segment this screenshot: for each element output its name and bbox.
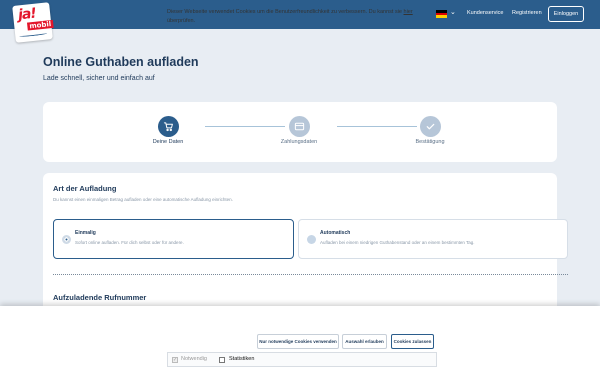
cookie-consent-options: ✓ Notwendig Statistiken — [167, 352, 437, 367]
logo-swoosh — [19, 31, 48, 38]
cart-icon — [163, 122, 173, 132]
statistics-checkbox-label[interactable]: Statistiken — [229, 356, 254, 362]
ja-mobil-logo[interactable]: ja! mobil — [12, 2, 54, 43]
step-3-label: Bestätigung — [415, 139, 445, 145]
page-subtitle: Lade schnell, sicher und einfach auf — [43, 75, 155, 82]
step-3-circle — [420, 116, 441, 137]
cookie-banner-text: Dieser Webseite verwendet Cookies um die… — [167, 8, 437, 26]
allow-all-cookies-button[interactable]: Cookies zulassen — [391, 334, 434, 349]
section-divider — [53, 274, 568, 275]
check-icon — [426, 123, 435, 130]
page-title: Online Guthaben aufladen — [43, 55, 199, 69]
option-one-time-title: Einmalig — [75, 230, 96, 236]
credit-card-icon — [294, 122, 305, 131]
customer-service-link[interactable]: Kundenservice — [467, 10, 503, 16]
option-one-time-description: Sofort online aufladen. Für dich selbst … — [75, 240, 184, 245]
cookie-review-link[interactable]: hier — [404, 9, 413, 15]
logo-text-mobil: mobil — [26, 19, 54, 31]
cookie-text-after: überprüfen. — [167, 18, 196, 24]
logo-text-ja: ja! — [17, 5, 37, 24]
option-one-time[interactable]: Einmalig Sofort online aufladen. Für dic… — [53, 219, 294, 259]
necessary-cookies-only-button[interactable]: Nur notwendige Cookies verwenden — [257, 334, 339, 349]
step-2-label: Zahlungsdaten — [280, 139, 318, 145]
statistics-checkbox[interactable] — [219, 357, 225, 363]
recharge-type-title: Art der Aufladung — [53, 184, 117, 193]
register-link[interactable]: Registrieren — [512, 10, 542, 16]
cookie-text-before: Dieser Webseite verwendet Cookies um die… — [167, 9, 404, 15]
step-1-label: Deine Daten — [152, 139, 184, 145]
step-2-circle — [289, 116, 310, 137]
option-automatic[interactable]: Automatisch Aufladen bei einem niedrigen… — [298, 219, 568, 259]
option-automatic-radio[interactable] — [307, 235, 316, 244]
phone-section-title: Aufzuladende Rufnummer — [53, 293, 147, 302]
step-1-circle — [158, 116, 179, 137]
necessary-checkbox: ✓ — [172, 357, 178, 363]
option-automatic-title: Automatisch — [320, 230, 351, 236]
chevron-down-icon[interactable]: ⌄ — [450, 8, 456, 16]
recharge-type-description: Du kannst einen einmaligen Betrag auflad… — [53, 197, 233, 202]
allow-selection-button[interactable]: Auswahl erlauben — [342, 334, 387, 349]
option-one-time-radio[interactable] — [62, 235, 71, 244]
necessary-checkbox-label: Notwendig — [181, 356, 207, 362]
de-flag-icon[interactable] — [436, 10, 447, 18]
step-connector-2 — [337, 126, 417, 127]
option-automatic-description: Aufladen bei einem niedrigen Guthabensta… — [320, 240, 475, 245]
login-button[interactable]: Einloggen — [548, 6, 584, 22]
step-connector-1 — [205, 126, 285, 127]
